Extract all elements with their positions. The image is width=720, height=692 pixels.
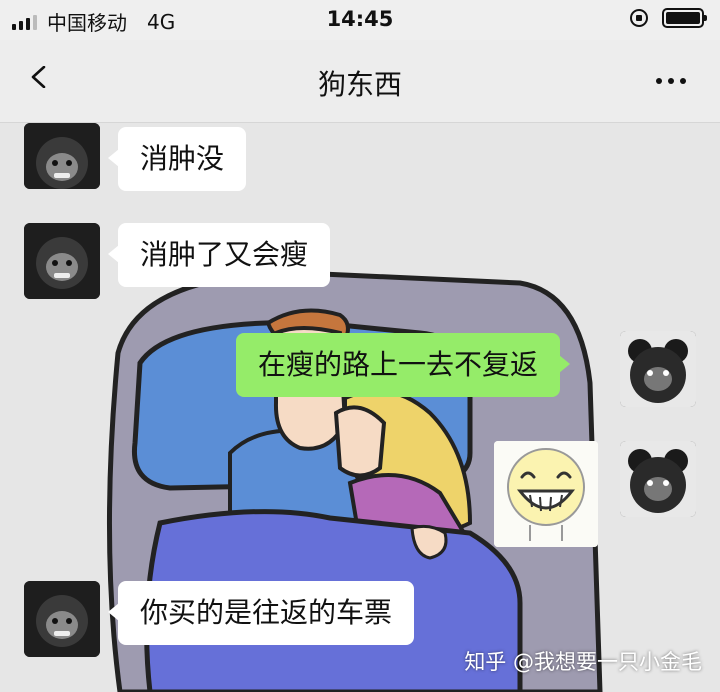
- incoming-message-bubble[interactable]: 你买的是往返的车票: [107, 581, 415, 645]
- laughing-face-sticker[interactable]: [494, 441, 598, 547]
- laughing-face-icon: [494, 441, 598, 547]
- contact-avatar[interactable]: [24, 223, 100, 299]
- avatar-image: [24, 581, 100, 657]
- message-text: 消肿了又会瘦: [140, 238, 309, 271]
- chat-area[interactable]: 消肿没 消肿了又会瘦 在瘦的路上一去不复返 你买的是往返的车票 知乎 @我想要一…: [0, 123, 720, 692]
- avatar-image: [620, 441, 696, 517]
- contact-avatar[interactable]: [24, 123, 100, 189]
- avatar-image: [24, 123, 100, 189]
- status-bar: 中国移动 4G 14:45: [0, 0, 720, 40]
- message-text: 消肿没: [140, 142, 225, 175]
- watermark: 知乎 @我想要一只小金毛: [464, 650, 702, 674]
- more-dots-icon[interactable]: [656, 78, 686, 84]
- outgoing-message-bubble[interactable]: 在瘦的路上一去不复返: [236, 333, 571, 397]
- avatar-image: [620, 331, 696, 407]
- incoming-message-bubble[interactable]: 消肿没: [107, 127, 247, 191]
- chat-header: 狗东西: [0, 40, 720, 123]
- incoming-message-bubble[interactable]: 消肿了又会瘦: [107, 223, 331, 287]
- contact-avatar[interactable]: [24, 581, 100, 657]
- status-time: 14:45: [326, 7, 394, 31]
- battery-icon: [662, 8, 707, 28]
- message-text: 在瘦的路上一去不复返: [258, 348, 539, 381]
- rotation-lock-icon: [630, 9, 648, 27]
- self-avatar[interactable]: [620, 441, 696, 517]
- self-avatar[interactable]: [620, 331, 696, 407]
- status-right: [630, 8, 707, 28]
- message-text: 你买的是往返的车票: [140, 596, 393, 629]
- chat-title: 狗东西: [317, 68, 402, 101]
- avatar-image: [24, 223, 100, 299]
